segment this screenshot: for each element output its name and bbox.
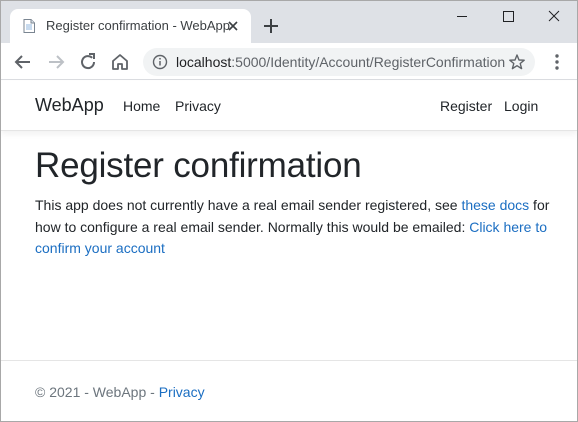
message-text-start: This app does not currently have a real … xyxy=(35,197,462,213)
tab-title: Register confirmation - WebApp xyxy=(46,18,231,33)
nav-home-link[interactable]: Home xyxy=(123,98,160,114)
window-close-icon[interactable] xyxy=(531,1,577,31)
footer-text: © 2021 - WebApp - Privacy xyxy=(35,384,205,400)
confirmation-message: This app does not currently have a real … xyxy=(35,195,555,260)
browser-window: Register confirmation - WebApp localhost… xyxy=(0,0,578,422)
browser-tab[interactable]: Register confirmation - WebApp xyxy=(10,9,251,43)
url-path: :5000/Identity/Account/RegisterConfirmat… xyxy=(231,54,506,70)
nav-login-link[interactable]: Login xyxy=(504,98,538,114)
menu-dots-icon[interactable] xyxy=(545,50,569,74)
star-icon[interactable] xyxy=(508,53,526,71)
plus-icon[interactable] xyxy=(259,14,283,38)
back-arrow-icon[interactable] xyxy=(11,50,35,74)
url-text[interactable]: localhost:5000/Identity/Account/Register… xyxy=(176,54,506,70)
minimize-icon[interactable] xyxy=(439,1,485,31)
close-icon[interactable] xyxy=(224,17,242,35)
address-bar[interactable]: localhost:5000/Identity/Account/Register… xyxy=(143,48,535,76)
forward-arrow-icon[interactable] xyxy=(44,50,68,74)
nav-register-link[interactable]: Register xyxy=(440,98,492,114)
page-title: Register confirmation xyxy=(35,146,362,185)
tab-strip: Register confirmation - WebApp xyxy=(1,1,577,43)
docs-link[interactable]: these docs xyxy=(461,197,529,213)
url-host: localhost xyxy=(176,54,232,70)
home-icon[interactable] xyxy=(108,50,132,74)
copyright-text: © 2021 - WebApp - xyxy=(35,384,159,400)
info-icon[interactable] xyxy=(152,54,168,70)
reload-icon[interactable] xyxy=(76,50,100,74)
web-page: WebApp Home Privacy Register Login Regis… xyxy=(1,81,577,421)
site-footer: © 2021 - WebApp - Privacy xyxy=(1,360,577,421)
site-brand[interactable]: WebApp xyxy=(35,95,104,116)
maximize-icon[interactable] xyxy=(485,1,531,31)
site-navbar: WebApp Home Privacy Register Login xyxy=(1,81,577,131)
nav-privacy-link[interactable]: Privacy xyxy=(175,98,221,114)
footer-privacy-link[interactable]: Privacy xyxy=(159,384,205,400)
file-icon xyxy=(23,19,35,33)
browser-toolbar: localhost:5000/Identity/Account/Register… xyxy=(1,43,577,80)
